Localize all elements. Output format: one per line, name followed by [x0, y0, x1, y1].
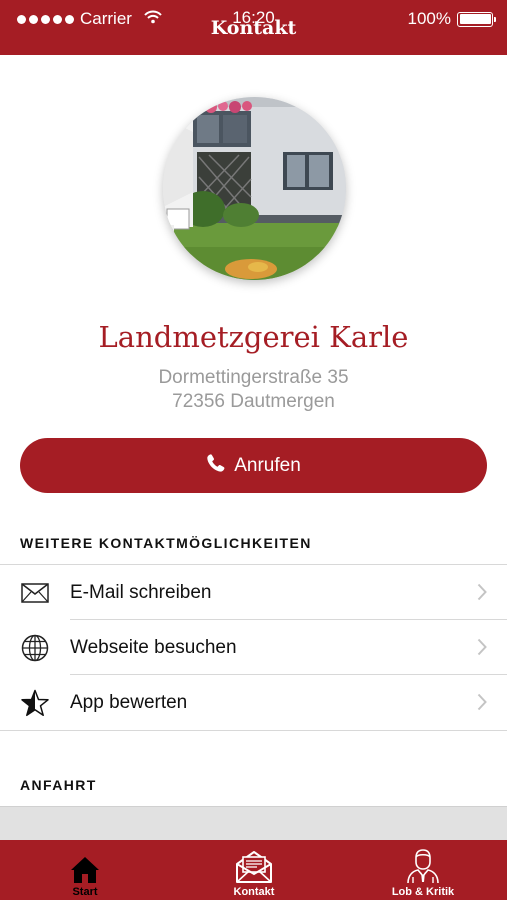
call-button[interactable]: Anrufen	[20, 438, 487, 493]
list-item-website[interactable]: Webseite besuchen	[0, 620, 507, 675]
list-item-label: Webseite besuchen	[70, 636, 237, 658]
business-address: Dormettingerstraße 35 72356 Dautmergen	[0, 366, 507, 414]
business-name: Landmetzgerei Karle	[98, 320, 409, 354]
battery-percentage: 100%	[407, 9, 451, 28]
phone-icon	[206, 453, 226, 479]
star-icon	[20, 689, 50, 717]
contact-section-title: WEITERE KONTAKTMÖGLICHKEITEN	[20, 535, 312, 551]
chevron-right-icon	[477, 693, 487, 716]
tab-kontakt[interactable]: Kontakt	[224, 840, 284, 900]
tab-label: Lob & Kritik	[391, 886, 455, 898]
address-city: 72356 Dautmergen	[172, 391, 335, 412]
tab-label: Start	[72, 886, 98, 898]
list-item-label: E-Mail schreiben	[70, 581, 212, 603]
battery-icon	[457, 11, 496, 27]
directions-section-title: ANFAHRT	[20, 777, 97, 793]
status-bar-right: 100%	[407, 9, 496, 29]
chevron-right-icon	[477, 638, 487, 661]
mail-envelope-icon	[235, 848, 273, 884]
person-icon	[406, 848, 440, 884]
map-preview-area	[0, 806, 507, 840]
envelope-icon	[20, 579, 50, 607]
storefront-photo	[163, 97, 346, 280]
list-item-label: App bewerten	[70, 691, 188, 713]
list-item-rate-app[interactable]: App bewerten	[0, 675, 507, 730]
call-button-label: Anrufen	[234, 454, 301, 476]
contact-options-list: E-Mail schreiben Webseite besuchen App b…	[0, 564, 507, 731]
tab-bar: Start Kontakt Lob & Kritik	[0, 840, 507, 900]
tab-label: Kontakt	[233, 886, 275, 898]
tab-start[interactable]: Start	[55, 840, 115, 900]
tab-lob-kritik[interactable]: Lob & Kritik	[382, 840, 464, 900]
chevron-right-icon	[477, 583, 487, 606]
list-item-email[interactable]: E-Mail schreiben	[0, 565, 507, 620]
home-icon	[70, 848, 100, 884]
address-street: Dormettingerstraße 35	[158, 367, 349, 388]
top-bar: Carrier 16:20 Kontakt 100%	[0, 0, 507, 55]
globe-icon	[20, 634, 50, 662]
